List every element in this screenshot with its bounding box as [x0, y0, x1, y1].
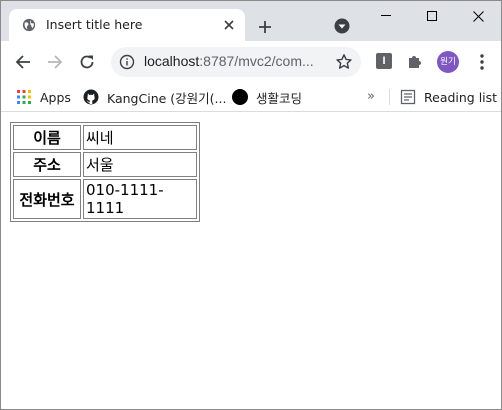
- bookmark-label: 생활코딩: [256, 90, 303, 106]
- row-value-phone: 010-1111-1111: [83, 179, 197, 219]
- table-row: 전화번호 010-1111-1111: [13, 179, 197, 219]
- row-value-name: 씨네: [83, 125, 197, 150]
- profile-avatar[interactable]: 원기: [437, 51, 459, 73]
- tab-title: Insert title here: [46, 17, 143, 32]
- tab-close-icon[interactable]: [221, 17, 237, 33]
- row-header-phone: 전화번호: [13, 179, 81, 219]
- forward-arrow-icon[interactable]: [41, 48, 69, 76]
- row-header-address: 주소: [13, 152, 81, 177]
- bookmarks-overflow-chevron-icon[interactable]: »: [367, 89, 381, 105]
- url-text[interactable]: localhost:8787/mvc2/com...: [144, 53, 314, 69]
- browser-tab[interactable]: Insert title here: [9, 9, 245, 41]
- bookmarks-bar: Apps KangCine (강원기(... 생활코딩 » Reading li…: [1, 83, 501, 112]
- new-tab-plus-icon[interactable]: [253, 15, 277, 39]
- globe-icon: [22, 18, 36, 32]
- black-circle-icon: [232, 89, 248, 105]
- url-host: localhost: [144, 53, 200, 69]
- bookmark-star-icon[interactable]: [335, 53, 353, 71]
- reading-list-icon: [400, 89, 416, 105]
- apps-grid-icon: [17, 90, 31, 104]
- minimize-icon[interactable]: [363, 1, 409, 31]
- row-value-address: 서울: [83, 152, 197, 177]
- row-header-name: 이름: [13, 125, 81, 150]
- url-path: :8787/mvc2/com...: [199, 53, 314, 69]
- browser-toolbar: localhost:8787/mvc2/com...: [1, 41, 501, 83]
- page-content: 이름 씨네 주소 서울 전화번호 010-1111-1111: [1, 112, 501, 409]
- github-icon: [83, 89, 99, 105]
- tab-strip: Insert title here: [1, 1, 501, 41]
- browser-window: Insert title here localhost:8787/mvc2/co…: [0, 0, 502, 410]
- back-arrow-icon[interactable]: [9, 48, 37, 76]
- bookmark-label: Apps: [40, 89, 71, 105]
- site-info-icon[interactable]: [119, 54, 135, 70]
- bookmark-kangcine[interactable]: KangCine (강원기(...: [83, 86, 226, 108]
- bookmark-label: KangCine (강원기(...: [107, 90, 227, 106]
- reload-icon[interactable]: [73, 48, 101, 76]
- bookmark-saenghwal-coding[interactable]: 생활코딩: [232, 86, 302, 108]
- menu-kebab-icon[interactable]: [473, 52, 491, 72]
- maximize-icon[interactable]: [409, 1, 455, 31]
- window-close-icon[interactable]: [455, 1, 501, 31]
- extensions-puzzle-icon[interactable]: [406, 52, 424, 70]
- extension-i-icon[interactable]: I: [376, 53, 392, 69]
- address-bar[interactable]: localhost:8787/mvc2/com...: [111, 47, 361, 77]
- bookmarks-divider: [389, 89, 390, 105]
- reading-list-label: Reading list: [424, 89, 498, 105]
- table-row: 주소 서울: [13, 152, 197, 177]
- tab-search-icon[interactable]: [333, 17, 351, 35]
- bookmark-apps[interactable]: Apps: [16, 86, 71, 108]
- table-row: 이름 씨네: [13, 125, 197, 150]
- reading-list-button[interactable]: Reading list: [400, 86, 497, 108]
- member-info-table: 이름 씨네 주소 서울 전화번호 010-1111-1111: [10, 122, 200, 222]
